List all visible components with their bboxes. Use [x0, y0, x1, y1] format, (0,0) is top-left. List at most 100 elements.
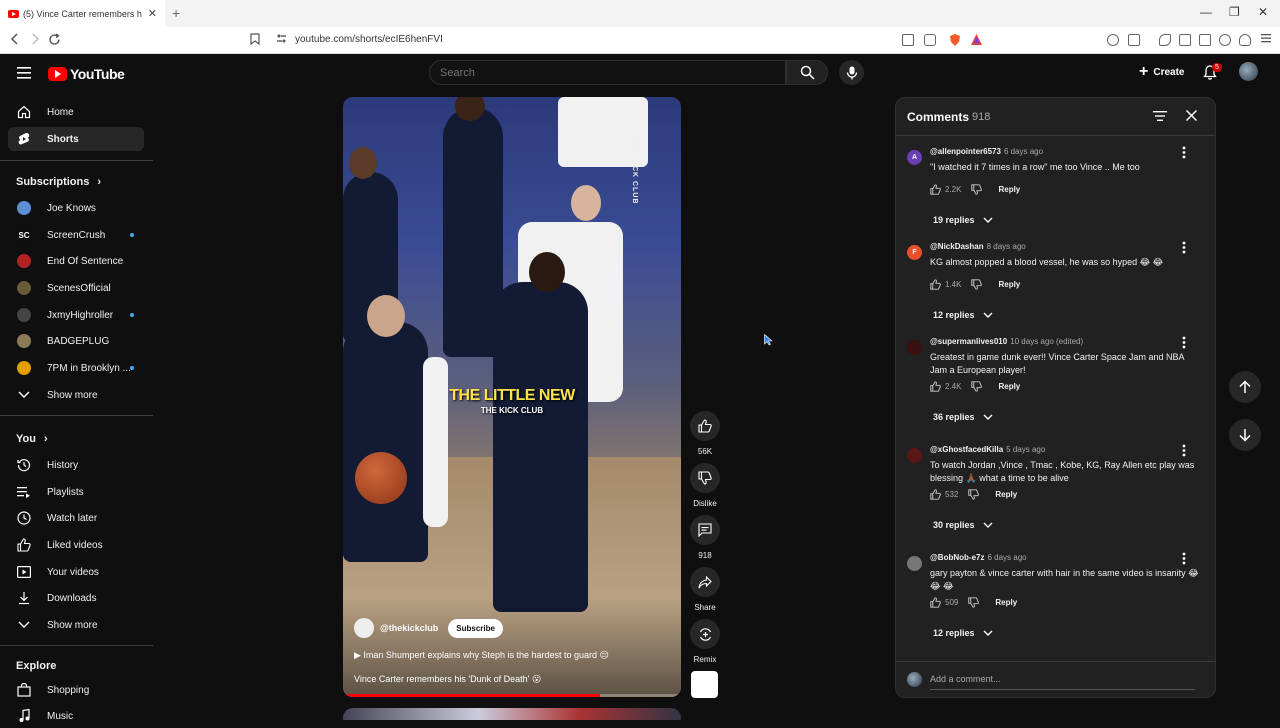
sidebar-item-history[interactable]: History [8, 453, 144, 477]
cast-icon[interactable] [902, 34, 914, 46]
dislike-button[interactable] [690, 463, 720, 493]
sidebar-item-playlists[interactable]: Playlists [8, 480, 144, 504]
thumbs-up-icon[interactable] [930, 381, 941, 392]
sidebar-item-liked-videos[interactable]: Liked videos [8, 533, 144, 557]
browser-tab[interactable]: (5) Vince Carter remembers h ✕ [0, 0, 165, 27]
add-comment-input[interactable]: Add a comment... [930, 674, 1001, 684]
subscription-channel[interactable]: 7PM in Brooklyn ... [8, 356, 144, 380]
subscription-channel[interactable]: ScenesOfficial [8, 276, 144, 300]
view-replies-button[interactable]: 30 replies [933, 520, 993, 530]
thumbs-down-icon[interactable] [968, 597, 980, 608]
thumbs-up-icon[interactable] [930, 279, 941, 290]
account-avatar[interactable] [1239, 62, 1258, 81]
you-heading[interactable]: You › [16, 433, 48, 445]
sidebar-item-shopping[interactable]: Shopping [8, 678, 144, 702]
sidebar-item-music[interactable]: Music [8, 704, 144, 728]
sort-icon[interactable] [1153, 110, 1167, 122]
thumbs-up-icon[interactable] [930, 597, 941, 608]
sidebar-item-shorts[interactable]: Shorts [8, 127, 144, 151]
comment-author[interactable]: @NickDashan [930, 242, 984, 251]
media-icon[interactable] [1159, 34, 1171, 46]
comment-author[interactable]: @supermanlives010 [930, 337, 1007, 346]
more-vert-icon[interactable] [1182, 552, 1188, 565]
previous-short-button[interactable] [1229, 371, 1261, 403]
reload-icon[interactable] [48, 33, 61, 46]
sidebar-item-home[interactable]: Home [8, 100, 144, 124]
comments-button[interactable] [690, 515, 720, 545]
comment-author[interactable]: @xGhostfacedKilla [930, 445, 1003, 454]
commenter-avatar[interactable] [907, 448, 922, 463]
new-tab-button[interactable]: + [172, 5, 180, 21]
sidebar-item-your-videos[interactable]: Your videos [8, 560, 144, 584]
more-vert-icon[interactable] [1182, 146, 1188, 159]
site-info-icon[interactable] [276, 33, 287, 44]
tab-close-icon[interactable]: ✕ [148, 7, 157, 20]
browser-menu-icon[interactable] [1260, 32, 1272, 44]
thumbs-down-icon[interactable] [971, 381, 983, 392]
next-short-button[interactable] [1229, 419, 1261, 451]
more-vert-icon[interactable] [1182, 336, 1188, 349]
reply-button[interactable]: Reply [998, 185, 1020, 194]
voice-search-button[interactable] [839, 60, 864, 85]
sidebar-toggle-icon[interactable] [1179, 34, 1191, 46]
thumbs-up-icon[interactable] [930, 489, 941, 500]
share-page-icon[interactable] [924, 34, 936, 46]
search-box[interactable] [429, 60, 786, 85]
comment-author[interactable]: @BobNob-e7z [930, 553, 984, 562]
channel-avatar[interactable] [354, 618, 374, 638]
shorts-video-player[interactable]: THE KICK CLUB THE LITTLE NEW THE KICK CL… [343, 97, 681, 697]
bookmark-icon[interactable] [250, 33, 260, 45]
wallet-icon[interactable] [1199, 34, 1211, 46]
brave-shields-icon[interactable] [948, 33, 962, 47]
restore-icon[interactable]: ❐ [1229, 5, 1240, 19]
audio-thumbnail[interactable] [691, 671, 718, 698]
close-icon[interactable] [1185, 109, 1198, 122]
commenter-avatar[interactable] [907, 556, 922, 571]
remix-button[interactable] [690, 619, 720, 649]
commenter-avatar[interactable] [907, 340, 922, 355]
subscription-channel[interactable]: SC ScreenCrush [8, 223, 144, 247]
thumbs-up-icon[interactable] [930, 184, 941, 195]
search-button[interactable] [786, 60, 828, 85]
window-close-icon[interactable]: ✕ [1258, 5, 1268, 19]
thumbs-down-icon[interactable] [968, 489, 980, 500]
extensions-icon[interactable] [1107, 34, 1119, 46]
forward-icon[interactable] [29, 33, 41, 45]
reply-button[interactable]: Reply [998, 280, 1020, 289]
tab-search-icon[interactable] [1128, 34, 1140, 46]
url-text[interactable]: youtube.com/shorts/ecIE6henFVI [295, 34, 443, 45]
view-replies-button[interactable]: 19 replies [933, 215, 993, 225]
minimize-icon[interactable]: — [1200, 5, 1212, 19]
subscription-channel[interactable]: End Of Sentence [8, 249, 144, 273]
next-short-preview[interactable] [343, 708, 681, 720]
sidebar-item-watch-later[interactable]: Watch later [8, 506, 144, 530]
back-icon[interactable] [9, 33, 21, 45]
youtube-logo[interactable]: YouTube [48, 66, 125, 82]
commenter-avatar[interactable]: F [907, 245, 922, 260]
sidebar-item-downloads[interactable]: Downloads [8, 586, 144, 610]
thumbs-down-icon[interactable] [971, 279, 983, 290]
subscription-channel[interactable]: Joe Knows [8, 196, 144, 220]
video-title[interactable]: Vince Carter remembers his 'Dunk of Deat… [354, 674, 541, 685]
search-input[interactable] [430, 61, 785, 84]
more-vert-icon[interactable] [1182, 444, 1188, 457]
thumbs-down-icon[interactable] [971, 184, 983, 195]
related-video-link[interactable]: ▶ Iman Shumpert explains why Steph is th… [354, 650, 609, 661]
subscription-channel[interactable]: JxmyHighroller [8, 303, 144, 327]
subscribe-button[interactable]: Subscribe [448, 618, 503, 638]
commenter-avatar[interactable]: A [907, 150, 922, 165]
leo-ai-icon[interactable] [1219, 34, 1231, 46]
channel-name[interactable]: @thekickclub [380, 623, 438, 633]
more-vert-icon[interactable] [1182, 241, 1188, 254]
view-replies-button[interactable]: 36 replies [933, 412, 993, 422]
like-button[interactable] [690, 411, 720, 441]
comment-author[interactable]: @allenpointer6573 [930, 147, 1001, 156]
view-replies-button[interactable]: 12 replies [933, 628, 993, 638]
subscription-channel[interactable]: BADGEPLUG [8, 329, 144, 353]
reply-button[interactable]: Reply [995, 598, 1017, 607]
brave-rewards-icon[interactable] [970, 33, 983, 46]
share-button[interactable] [690, 567, 720, 597]
create-button[interactable]: + Create [1129, 60, 1194, 84]
video-progress-bar[interactable] [343, 694, 681, 697]
show-more-you[interactable]: Show more [8, 613, 144, 637]
